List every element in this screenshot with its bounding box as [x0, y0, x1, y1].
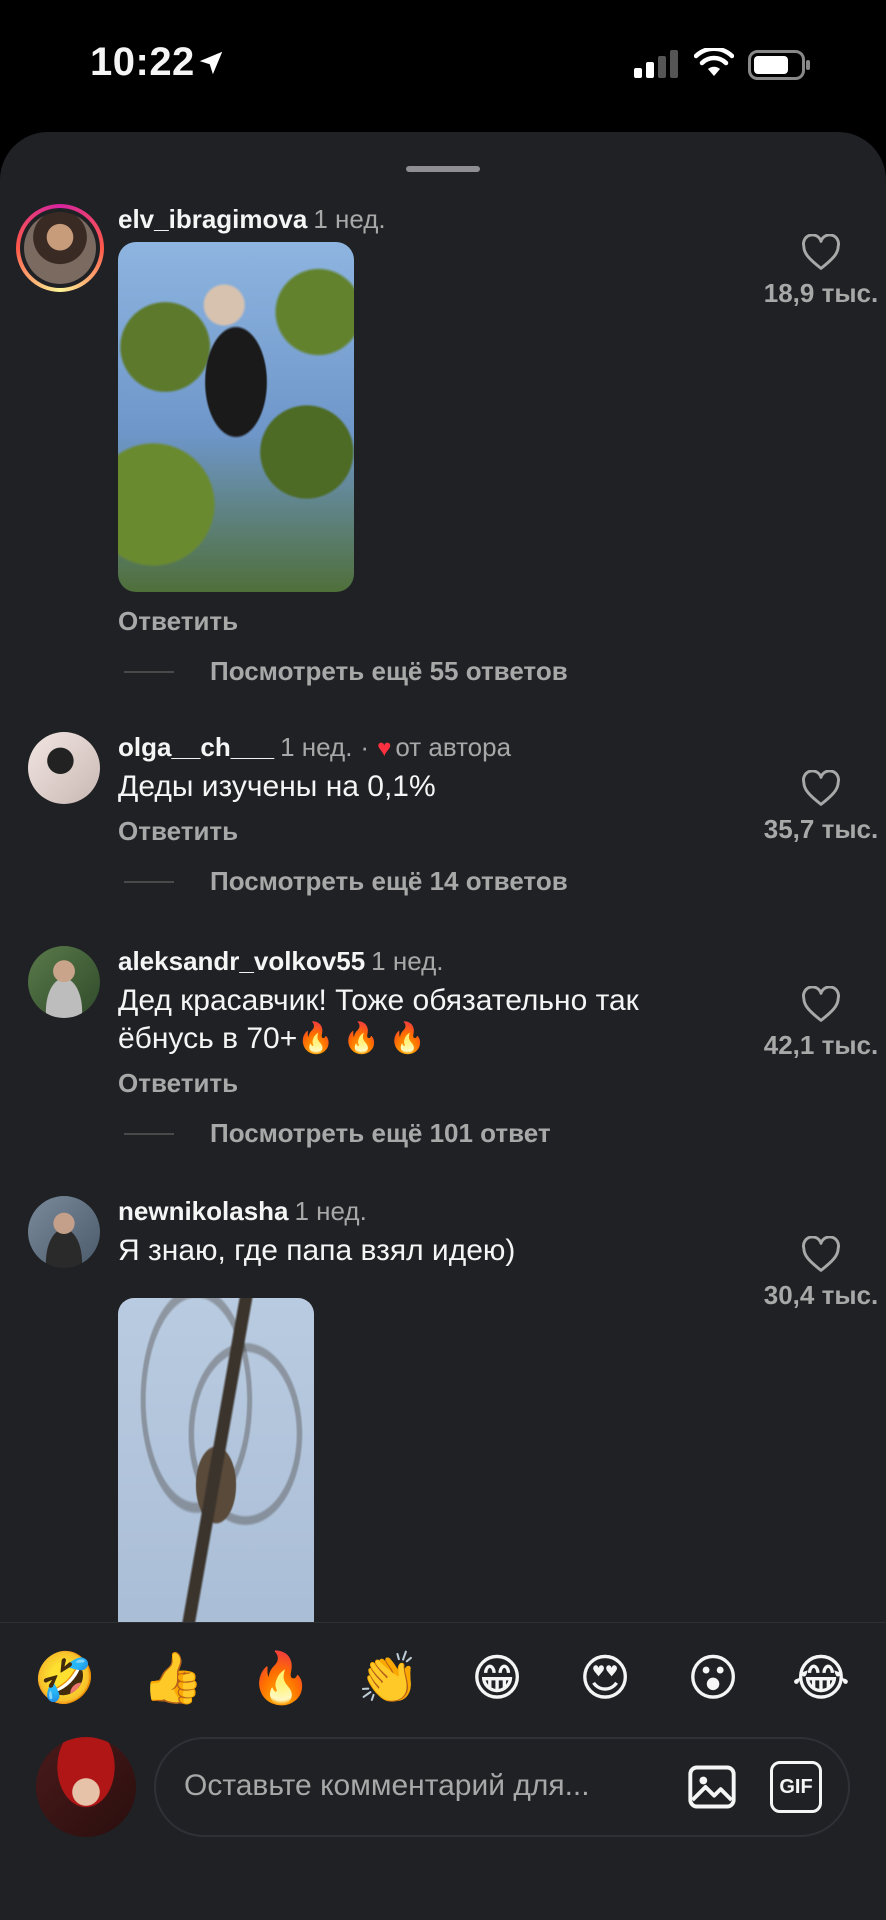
emoji-thumbs-up[interactable]: 👍	[138, 1649, 208, 1708]
comment-composer-area: 🤣 👍 🔥 👏 😁 😍 😮 😂 Оставьте комментарий для…	[0, 1622, 886, 1920]
comment-text: Деды изучены на 0,1%	[118, 770, 436, 803]
like-count: 30,4 тыс.	[763, 1280, 879, 1310]
like-button[interactable]: 18,9 тыс.	[756, 234, 886, 309]
gif-icon[interactable]: GIF	[770, 1761, 822, 1813]
emoji-clap[interactable]: 👏	[354, 1649, 424, 1708]
username[interactable]: aleksandr_volkov55	[118, 946, 365, 976]
wifi-icon	[694, 48, 734, 76]
comment-text-line: Дед красавчик! Тоже обязательно так	[118, 984, 639, 1017]
avatar	[24, 212, 96, 284]
comment-input-placeholder: Оставьте комментарий для...	[184, 1769, 590, 1802]
story-ring-avatar[interactable]	[16, 204, 104, 292]
image-icon[interactable]	[686, 1761, 738, 1813]
comment-input[interactable]: Оставьте комментарий для... GIF	[154, 1737, 850, 1837]
comment-meta: elv_ibragimova 1 нед.	[118, 204, 386, 235]
status-bar: 10:22	[0, 0, 886, 130]
view-more-label: Посмотреть ещё 101 ответ	[210, 1118, 551, 1148]
comment-time: 1 нед.	[371, 946, 444, 976]
emoji-rofl[interactable]: 🤣	[30, 1649, 100, 1708]
comment-meta: newnikolasha 1 нед.	[118, 1196, 367, 1227]
heart-icon	[802, 234, 840, 270]
view-more-replies[interactable]: Посмотреть ещё 55 ответов	[124, 656, 568, 687]
like-button[interactable]: 42,1 тыс.	[756, 986, 886, 1061]
comment-image[interactable]	[118, 242, 354, 592]
view-more-replies[interactable]: Посмотреть ещё 101 ответ	[124, 1118, 551, 1149]
comment-time: 1 нед.	[280, 732, 353, 762]
comment-meta: olga__ch___ 1 нед. · ♥ от автора	[118, 732, 511, 763]
reply-button[interactable]: Ответить	[118, 816, 238, 847]
emoji-bar: 🤣 👍 🔥 👏 😁 😍 😮 😂	[30, 1649, 856, 1708]
comments-sheet[interactable]: elv_ibragimova 1 нед. Ответить Посмотреть…	[0, 132, 886, 1622]
sheet-grabber[interactable]	[406, 166, 480, 172]
emoji-surprised[interactable]: 😮	[678, 1649, 748, 1708]
comment-time: 1 нед.	[313, 204, 386, 234]
author-heart-icon: ♥	[377, 735, 392, 762]
emoji-heart-eyes[interactable]: 😍	[570, 1649, 640, 1708]
meta-separator: ·	[360, 732, 370, 762]
author-liked-label: от автора	[395, 732, 512, 762]
avatar[interactable]	[28, 732, 100, 804]
comment-text-line: ёбнусь в 70+🔥 🔥 🔥	[118, 1022, 426, 1055]
comment-item: newnikolasha 1 нед. Я знаю, где папа взял…	[0, 1196, 886, 1622]
status-time: 10:22	[90, 40, 195, 84]
avatar[interactable]	[28, 946, 100, 1018]
emoji-joy[interactable]: 😂	[786, 1649, 856, 1708]
emoji-fire[interactable]: 🔥	[246, 1649, 316, 1708]
comment-item: olga__ch___ 1 нед. · ♥ от автора Деды изучен…	[0, 732, 886, 932]
heart-icon	[802, 770, 840, 806]
like-button[interactable]: 35,7 тыс.	[756, 770, 886, 845]
comment-time: 1 нед.	[294, 1196, 367, 1226]
signal-icon	[634, 50, 678, 78]
like-count: 35,7 тыс.	[763, 814, 879, 844]
emoji-grin[interactable]: 😁	[462, 1649, 532, 1708]
current-user-avatar	[36, 1737, 136, 1837]
divider-line	[124, 670, 174, 673]
comment-text: Я знаю, где папа взял идею)	[118, 1234, 516, 1267]
username[interactable]: olga__ch___	[118, 732, 274, 762]
avatar-frame	[20, 208, 100, 288]
username[interactable]: elv_ibragimova	[118, 204, 307, 234]
username[interactable]: newnikolasha	[118, 1196, 289, 1226]
location-arrow-icon	[199, 51, 223, 75]
divider-line	[124, 880, 174, 883]
heart-icon	[802, 1236, 840, 1272]
reply-button[interactable]: Ответить	[118, 606, 238, 637]
comment-item: aleksandr_volkov55 1 нед. Дед красавчик! …	[0, 946, 886, 1166]
comment-image[interactable]	[118, 1298, 314, 1622]
reply-button[interactable]: Ответить	[118, 1068, 238, 1099]
like-button[interactable]: 30,4 тыс.	[756, 1236, 886, 1311]
like-count: 18,9 тыс.	[763, 278, 879, 308]
view-more-label: Посмотреть ещё 55 ответов	[210, 656, 568, 686]
avatar[interactable]	[28, 1196, 100, 1268]
comment-text: Дед красавчик! Тоже обязательно так ёбну…	[118, 982, 738, 1058]
divider-line	[124, 1132, 174, 1135]
battery-icon	[748, 50, 810, 80]
view-more-label: Посмотреть ещё 14 ответов	[210, 866, 568, 896]
heart-icon	[802, 986, 840, 1022]
like-count: 42,1 тыс.	[763, 1030, 879, 1060]
comment-meta: aleksandr_volkov55 1 нед.	[118, 946, 443, 977]
view-more-replies[interactable]: Посмотреть ещё 14 ответов	[124, 866, 568, 897]
